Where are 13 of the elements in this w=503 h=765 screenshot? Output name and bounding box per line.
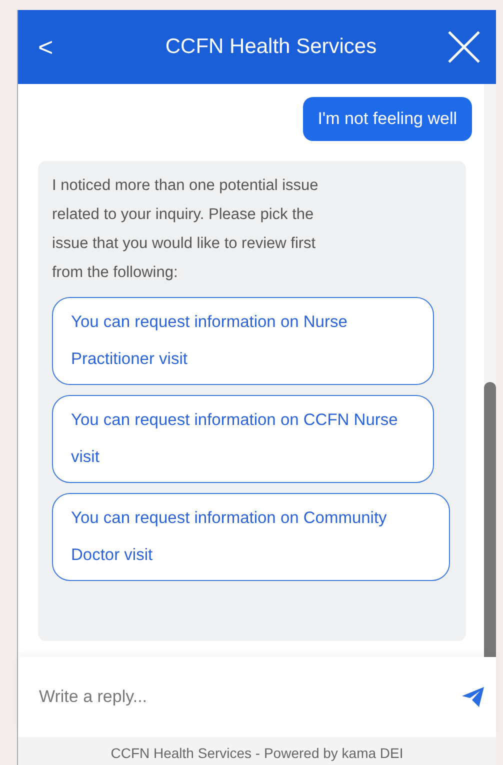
option-button[interactable]: You can request information on Community Doctor visit [52, 493, 450, 581]
reply-input[interactable]: Write a reply... [37, 686, 462, 708]
bot-message-text: I noticed more than one potential issue related to your inquiry. Please pick the issue that you would like to review first from the following: [52, 176, 320, 283]
close-icon [447, 30, 481, 64]
back-button[interactable]: < [18, 32, 88, 62]
option-button[interactable]: You can request information on Nurse Practitioner visit [52, 297, 434, 385]
chat-title: CCFN Health Services [164, 35, 378, 59]
send-icon [462, 687, 484, 707]
footer-text: CCFN Health Services - Powered by kama DEI [18, 737, 496, 765]
user-message: I'm not feeling well [302, 97, 472, 141]
scrollbar[interactable] [484, 84, 496, 657]
option-button[interactable]: You can request information on CCFN Nurse visit [52, 395, 434, 483]
send-button[interactable] [462, 687, 484, 707]
